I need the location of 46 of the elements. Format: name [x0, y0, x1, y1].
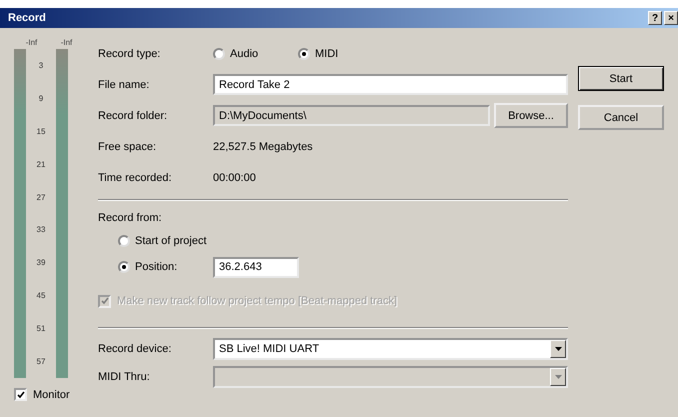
- cancel-button[interactable]: Cancel: [578, 105, 664, 130]
- field-label: File name:: [98, 78, 150, 90]
- scale-label: 15: [36, 126, 46, 136]
- checkbox[interactable]: [14, 388, 27, 401]
- radio-button[interactable]: [298, 48, 310, 60]
- group-label: Record from:: [98, 212, 162, 224]
- dropdown[interactable]: SB Live! MIDI UART: [213, 338, 568, 360]
- scale-label: 39: [36, 258, 46, 268]
- scale-label: 3: [38, 60, 44, 70]
- scale-label: 33: [36, 225, 46, 234]
- radio-button[interactable]: [118, 235, 130, 247]
- scale-label: 45: [36, 291, 46, 300]
- dropdown-arrow-icon: [554, 375, 562, 379]
- scale-label: 27: [36, 192, 46, 202]
- start-button[interactable]: Start: [578, 66, 664, 91]
- help-button[interactable]: ?: [648, 11, 662, 25]
- close-button[interactable]: ×: [664, 11, 678, 25]
- input-field[interactable]: Record Take 2: [213, 74, 568, 95]
- radio-label: Audio: [230, 48, 258, 60]
- scale-label: 9: [38, 94, 44, 103]
- field-label: Record device:: [98, 343, 172, 355]
- field-label: Record type:: [98, 48, 162, 60]
- field-label: Record folder:: [98, 110, 168, 122]
- dropdown-arrow-icon: [554, 347, 562, 351]
- scale-label: 21: [36, 160, 46, 169]
- radio-label: MIDI: [315, 48, 338, 60]
- browse-button[interactable]: Browse...: [494, 103, 568, 128]
- radio-label: Position:: [135, 261, 178, 273]
- radio-button[interactable]: [118, 261, 130, 273]
- meter-header: -Inf: [60, 38, 72, 47]
- radio-label: Start of project: [135, 235, 207, 247]
- scale-label: 57: [36, 356, 46, 366]
- radio-button[interactable]: [213, 48, 225, 60]
- field-label: Free space:: [98, 140, 158, 152]
- input-field[interactable]: D:\MyDocuments\: [213, 105, 490, 126]
- field-label: Time recorded:: [98, 172, 173, 184]
- scale-label: 51: [36, 324, 46, 334]
- meter-header: -Inf: [26, 38, 38, 47]
- checkbox-label: Monitor: [33, 388, 70, 400]
- input-field[interactable]: 36.2.643: [213, 256, 299, 278]
- value-text: 00:00:00: [213, 172, 256, 184]
- value-text: 22,527.5 Megabytes: [213, 140, 313, 152]
- check-icon: [16, 390, 24, 398]
- window-title: Record: [8, 12, 47, 24]
- field-label: MIDI Thru:: [98, 371, 151, 383]
- check-icon: [100, 297, 108, 305]
